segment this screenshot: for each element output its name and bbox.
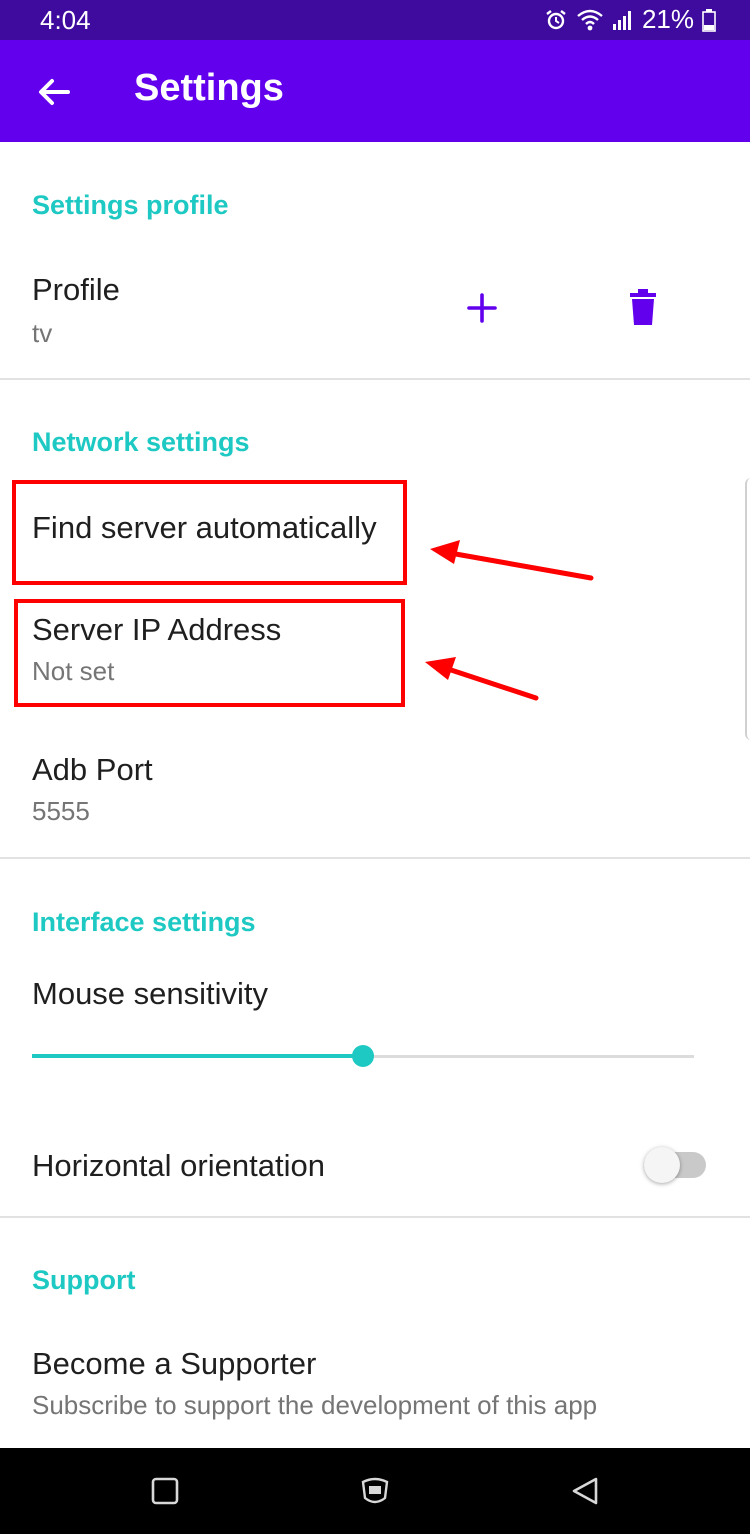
signal-icon [612, 8, 634, 32]
page-title: Settings [134, 67, 284, 109]
scroll-edge-indicator [745, 478, 750, 740]
annotation-highlight-box [14, 599, 405, 707]
toggle-thumb[interactable] [644, 1147, 680, 1183]
become-supporter-subtitle: Subscribe to support the development of … [32, 1390, 598, 1420]
become-supporter-preference[interactable]: Become a Supporter Subscribe to support … [0, 1332, 745, 1442]
profile-title: Profile [32, 272, 120, 307]
section-header-network-settings: Network settings [32, 427, 250, 457]
slider-track-inactive [363, 1055, 694, 1058]
divider [0, 378, 750, 380]
status-time: 4:04 [40, 5, 91, 35]
settings-list: Settings profile Profile tv Network sett… [0, 142, 750, 1448]
status-bar: 4:04 21% [0, 0, 750, 40]
arrow-left-icon[interactable] [34, 72, 74, 112]
home-icon[interactable] [359, 1476, 391, 1513]
profile-preference[interactable]: Profile tv [0, 252, 430, 380]
section-header-support: Support [32, 1265, 136, 1295]
divider [0, 1216, 750, 1218]
plus-icon[interactable] [463, 289, 501, 327]
alarm-icon [544, 8, 568, 32]
divider [0, 857, 750, 859]
section-header-interface-settings: Interface settings [32, 907, 256, 937]
section-header-settings-profile: Settings profile [32, 190, 229, 220]
annotation-highlight-box [12, 480, 407, 585]
battery-icon [702, 8, 716, 32]
adb-port-title: Adb Port [32, 752, 153, 787]
mouse-sensitivity-title: Mouse sensitivity [32, 976, 269, 1011]
mouse-sensitivity-slider[interactable] [32, 1042, 694, 1072]
become-supporter-title: Become a Supporter [32, 1346, 317, 1381]
slider-thumb[interactable] [352, 1045, 374, 1067]
wifi-icon [576, 8, 604, 32]
adb-port-value: 5555 [32, 796, 90, 826]
status-icons: 21% [544, 4, 716, 35]
slider-track-active [32, 1054, 363, 1058]
horizontal-orientation-preference[interactable]: Horizontal orientation [0, 1122, 745, 1212]
horizontal-orientation-title: Horizontal orientation [32, 1148, 325, 1183]
system-nav-bar [0, 1448, 750, 1534]
trash-icon[interactable] [626, 289, 660, 327]
recents-icon[interactable] [150, 1476, 180, 1511]
annotation-arrows [425, 540, 594, 701]
battery-percent: 21% [641, 4, 694, 34]
back-triangle-icon[interactable] [570, 1476, 600, 1511]
app-bar: Settings [0, 40, 750, 142]
profile-value: tv [32, 318, 53, 348]
adb-port-preference[interactable]: Adb Port 5555 [0, 740, 745, 850]
